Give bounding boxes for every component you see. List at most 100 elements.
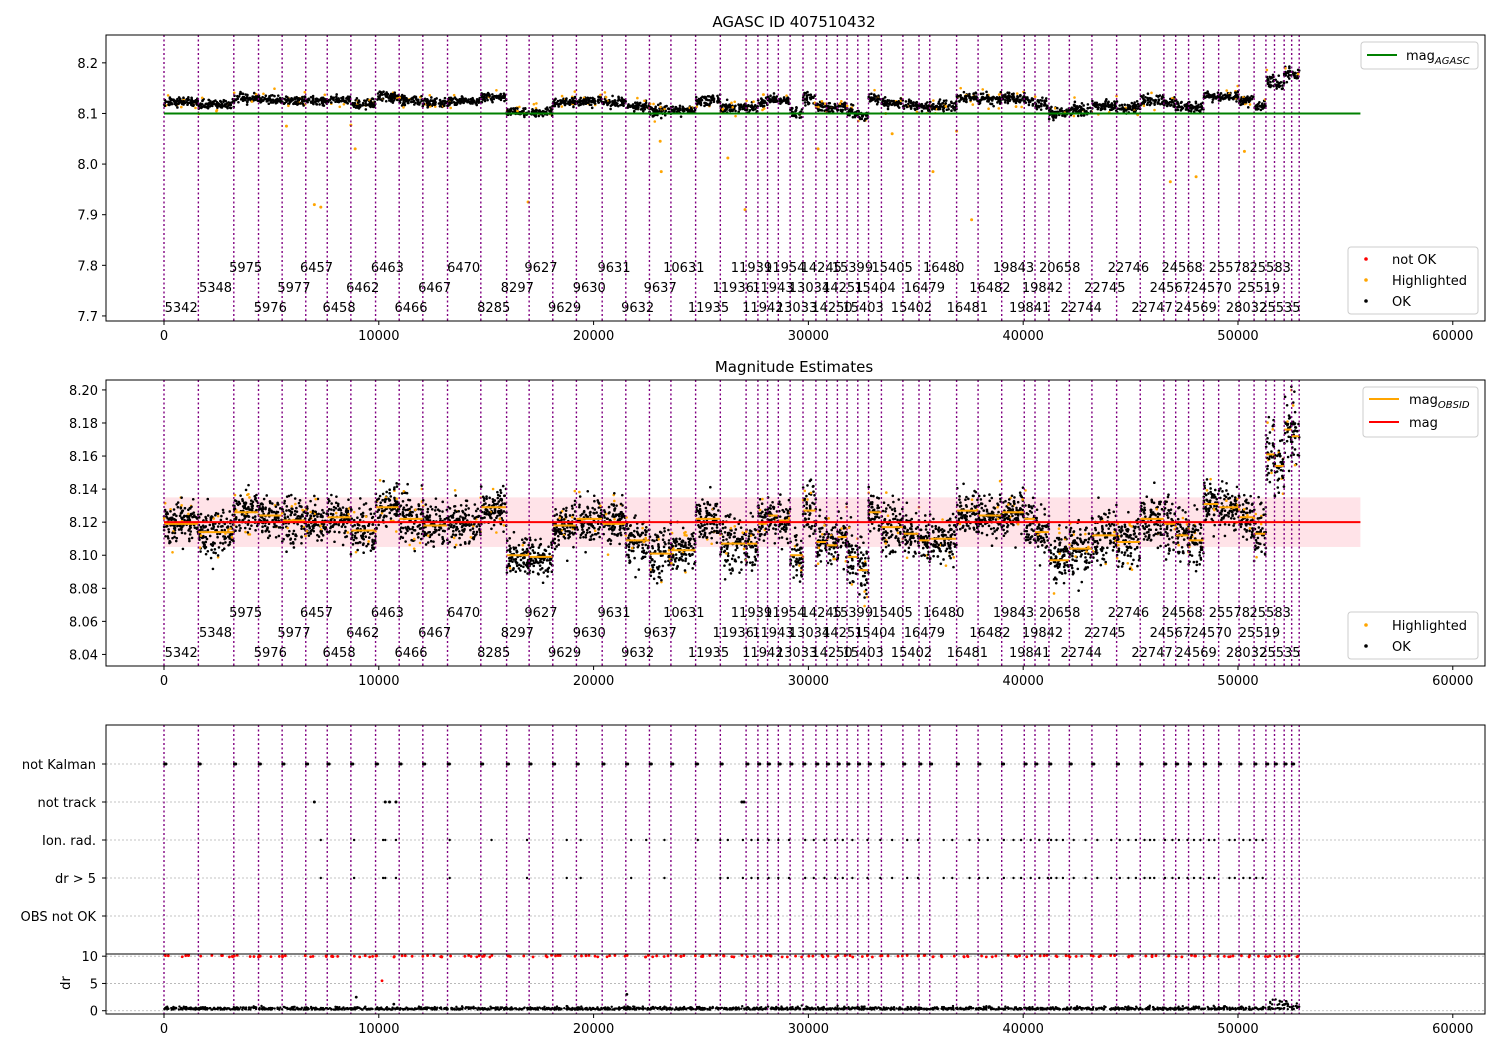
- ok-point: [309, 499, 312, 503]
- ok-point: [489, 97, 493, 101]
- ok-point: [591, 96, 594, 100]
- ok-point: [288, 529, 291, 533]
- ok-point: [1168, 101, 1171, 104]
- panel1-ytick-label: 8.2: [77, 57, 98, 72]
- ok-point: [772, 92, 776, 95]
- ok-point: [1007, 99, 1010, 103]
- ok-point: [267, 102, 271, 106]
- panel1-obsid-label: 5348: [199, 281, 232, 296]
- ok-point: [208, 523, 212, 527]
- ok-point: [572, 105, 575, 109]
- ok-point: [1091, 99, 1094, 103]
- highlighted-point: [659, 170, 663, 174]
- ok-point: [807, 93, 810, 97]
- ok-point: [331, 513, 335, 516]
- ok-point: [322, 104, 326, 107]
- highlighted-point: [428, 93, 432, 97]
- ok-point: [571, 97, 574, 100]
- ok-point: [395, 98, 399, 102]
- ok-point: [439, 102, 443, 106]
- highlighted-point: [284, 124, 288, 128]
- ok-point: [522, 109, 525, 113]
- ok-point: [297, 514, 300, 518]
- ok-point: [915, 100, 919, 104]
- ok-point: [1248, 99, 1252, 102]
- ok-point: [372, 546, 376, 550]
- ok-point: [362, 537, 366, 541]
- highlighted-point: [987, 107, 990, 111]
- ok-point: [858, 117, 862, 121]
- panel1-obsid-label: 8297: [501, 281, 534, 296]
- ok-point: [182, 96, 185, 100]
- ok-point: [253, 494, 257, 498]
- ok-point: [216, 554, 220, 557]
- ok-point: [322, 511, 325, 514]
- ok-point: [571, 101, 575, 105]
- ok-point: [319, 530, 322, 533]
- ok-points: [162, 65, 1301, 222]
- ok-point: [321, 515, 324, 518]
- ok-point: [222, 511, 225, 514]
- ok-point: [531, 570, 535, 574]
- panel1-obsid-label: 9631: [597, 261, 630, 276]
- ok-point: [538, 109, 541, 112]
- ok-point: [539, 542, 543, 546]
- ok-point: [180, 531, 184, 535]
- highlighted-point: [931, 170, 935, 174]
- ok-point: [728, 106, 732, 109]
- ok-point: [1153, 103, 1156, 106]
- ok-point: [1136, 102, 1140, 106]
- ok-point: [346, 102, 349, 105]
- ok-point: [774, 98, 778, 101]
- ok-point: [703, 101, 706, 105]
- ok-point: [1183, 104, 1186, 107]
- ok-point: [188, 533, 192, 536]
- panel1-obsid-label: 6467: [418, 281, 451, 296]
- ok-point: [223, 535, 227, 538]
- ok-point: [253, 498, 257, 501]
- ok-point: [223, 104, 226, 108]
- ok-point: [361, 515, 364, 519]
- ok-point: [496, 490, 499, 494]
- ok-point: [518, 563, 521, 567]
- ok-point: [566, 529, 570, 533]
- ok-point: [1227, 98, 1231, 101]
- ok-point: [225, 517, 229, 521]
- ok-point: [803, 101, 807, 104]
- ok-point: [964, 94, 968, 98]
- ok-point: [539, 537, 542, 541]
- highlighted-point: [752, 100, 755, 103]
- ok-point: [302, 104, 305, 107]
- ok-point: [981, 95, 985, 99]
- ok-point: [798, 116, 802, 119]
- ok-point: [1149, 97, 1153, 101]
- ok-point: [704, 98, 708, 101]
- panel1-legend-bottom: not OK Highlighted OK: [1347, 246, 1479, 315]
- ok-point: [1244, 100, 1247, 104]
- ok-point: [1133, 103, 1136, 107]
- ok-point: [485, 495, 488, 498]
- ok-point: [438, 514, 442, 518]
- ok-point: [216, 102, 220, 105]
- ok-point: [350, 508, 353, 511]
- ok-point: [582, 98, 586, 102]
- ok-point: [1056, 106, 1059, 110]
- ok-point: [377, 508, 380, 512]
- ok-point: [937, 102, 940, 105]
- panel1-obsid-label: 6458: [323, 301, 356, 316]
- ok-point: [1214, 97, 1218, 100]
- highlighted-point: [248, 496, 251, 499]
- ok-point: [639, 108, 643, 111]
- ok-point: [464, 508, 468, 511]
- ok-point: [899, 102, 903, 106]
- highlighted-point: [721, 107, 725, 111]
- ok-point: [750, 105, 754, 109]
- ok-point: [514, 570, 518, 574]
- highlighted-point: [180, 105, 183, 109]
- ok-point: [553, 541, 557, 545]
- panel1-obsid-label: 15405: [871, 261, 912, 276]
- highlighted-point: [1296, 72, 1300, 76]
- ok-point: [1259, 104, 1262, 108]
- highlighted-point: [412, 537, 416, 541]
- ok-point: [1007, 96, 1011, 100]
